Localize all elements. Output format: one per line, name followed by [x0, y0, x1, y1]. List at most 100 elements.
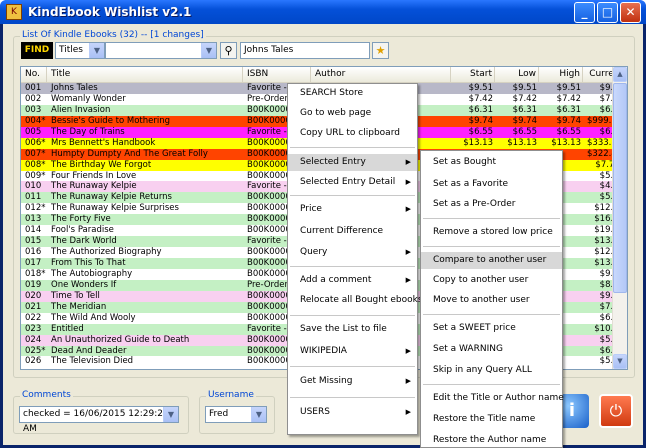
- submenu-item-copy-to-another-user[interactable]: Copy to another user: [421, 273, 562, 287]
- chevron-down-icon: ▼: [163, 407, 178, 422]
- cell-low: $6.55: [512, 126, 537, 137]
- cell-no: 015: [25, 236, 42, 247]
- submenu-item-set-as-a-pre-order[interactable]: Set as a Pre-Order: [421, 197, 562, 211]
- cell-low: $9.74: [512, 115, 537, 126]
- username-select[interactable]: Fred ▼: [205, 406, 267, 423]
- menu-item-label: Current Difference: [300, 226, 384, 236]
- cell-no: 007*: [25, 148, 46, 159]
- column-header-no[interactable]: No.: [21, 67, 47, 82]
- menu-item-selected-entry-detail[interactable]: Selected Entry Detail ▶: [288, 175, 417, 189]
- menu-item-add-a-comment[interactable]: Add a comment ▶: [288, 273, 417, 287]
- submenu-item-move-to-another-user[interactable]: Move to another user: [421, 293, 562, 307]
- search-icon[interactable]: ⚲: [220, 42, 237, 59]
- menu-item-label: Go to web page: [300, 108, 372, 118]
- submenu-item-remove-a-stored-low-price[interactable]: Remove a stored low price: [421, 225, 562, 239]
- menu-item-relocate-all-bought-ebooks[interactable]: Relocate all Bought ebooks: [288, 293, 423, 307]
- menu-item-label: Price: [300, 204, 322, 214]
- cell-no: 013: [25, 214, 42, 225]
- submenu-item-restore-the-author-name[interactable]: Restore the Author name: [421, 433, 562, 447]
- column-header-isbn[interactable]: ISBN: [243, 67, 311, 82]
- cell-start: $7.42: [468, 93, 493, 104]
- menu-item-current-difference[interactable]: Current Difference: [288, 224, 417, 238]
- cell-no: 026: [25, 356, 42, 367]
- cell-no: 001: [25, 83, 42, 93]
- menu-item-search-store[interactable]: SEARCH Store: [288, 86, 417, 100]
- cell-no: 019: [25, 279, 42, 290]
- menu-separator: [290, 397, 415, 398]
- cell-low: $7.42: [512, 93, 537, 104]
- power-icon[interactable]: ⏻: [599, 394, 633, 428]
- cell-no: 003: [25, 104, 42, 115]
- cell-start: $13.13: [463, 137, 493, 148]
- close-button[interactable]: ✕: [620, 1, 641, 23]
- menu-item-label: USERS: [300, 407, 330, 417]
- menu-item-wikipedia[interactable]: WIKIPEDIA ▶: [288, 344, 417, 358]
- selected-entry-submenu: Set as Bought Set as a Favorite Set as a P…: [420, 150, 564, 448]
- minimize-button[interactable]: _: [574, 1, 595, 23]
- scrollbar-thumb[interactable]: [613, 83, 627, 293]
- cell-title: The Autobiography: [51, 268, 133, 279]
- chevron-down-icon: ▼: [89, 43, 104, 58]
- submenu-arrow-icon: ▶: [405, 178, 411, 186]
- cell-no: 025*: [25, 345, 46, 356]
- cell-title: The Dark World: [51, 236, 117, 247]
- username-label: Username: [206, 390, 256, 400]
- cell-title: Four Friends In Love: [51, 170, 137, 181]
- column-header-high[interactable]: High: [539, 67, 583, 82]
- app-window: K KindEbook Wishlist v2.1 _ □ ✕ List Of …: [0, 0, 646, 448]
- cell-title: Mrs Bennett's Handbook: [51, 137, 156, 148]
- menu-separator: [423, 218, 560, 219]
- scroll-up-icon[interactable]: ▲: [613, 67, 627, 82]
- submenu-item-set-a-sweet-price[interactable]: Set a SWEET price: [421, 321, 562, 335]
- menu-item-price[interactable]: Price ▶: [288, 202, 417, 216]
- vertical-scrollbar[interactable]: ▲ ▼: [612, 67, 627, 369]
- secondary-select[interactable]: ▼: [105, 42, 217, 59]
- submenu-item-compare-to-another-user[interactable]: Compare to another user: [421, 252, 562, 269]
- menu-item-selected-entry[interactable]: Selected Entry ▶: [288, 154, 417, 171]
- cell-high: $6.31: [556, 104, 581, 115]
- title-bar[interactable]: K KindEbook Wishlist v2.1 _ □ ✕: [0, 0, 646, 24]
- field-select[interactable]: Titles ▼: [55, 42, 105, 59]
- cell-title: Entitled: [51, 323, 84, 334]
- cell-title: The Wild And Wooly: [51, 312, 136, 323]
- cell-title: The Birthday We Forgot: [51, 159, 152, 170]
- maximize-button[interactable]: □: [597, 1, 618, 23]
- cell-no: 023: [25, 323, 42, 334]
- submenu-item-set-a-warning[interactable]: Set a WARNING: [421, 342, 562, 356]
- menu-item-copy-url-to-clipboard[interactable]: Copy URL to clipboard: [288, 126, 417, 140]
- menu-item-label: Save the List to file: [300, 324, 387, 334]
- submenu-item-restore-the-title-name[interactable]: Restore the Title name: [421, 412, 562, 426]
- menu-item-label: Relocate all Bought ebooks: [300, 295, 423, 305]
- menu-item-users[interactable]: USERS ▶: [288, 405, 417, 419]
- cell-no: 002: [25, 93, 42, 104]
- submenu-item-set-as-a-favorite[interactable]: Set as a Favorite: [421, 177, 562, 191]
- cell-title: Time To Tell: [51, 290, 100, 301]
- comments-select[interactable]: checked = 16/06/2015 12:29:23 AM ▼: [19, 406, 179, 434]
- cell-title: Womanly Wonder: [51, 93, 126, 104]
- menu-item-go-to-web-page[interactable]: Go to web page: [288, 106, 417, 120]
- submenu-arrow-icon: ▶: [405, 158, 411, 166]
- cell-no: 020: [25, 290, 42, 301]
- cell-title: From This To That: [51, 258, 126, 268]
- column-header-low[interactable]: Low: [495, 67, 539, 82]
- cell-no: 016: [25, 247, 42, 258]
- menu-item-get-missing[interactable]: Get Missing ▶: [288, 374, 417, 388]
- find-button[interactable]: FIND: [21, 42, 53, 59]
- submenu-item-set-as-bought[interactable]: Set as Bought: [421, 155, 562, 169]
- column-header-title[interactable]: Title: [47, 67, 243, 82]
- submenu-item-edit-the-title-or-author-name[interactable]: Edit the Title or Author name: [421, 391, 564, 405]
- scroll-down-icon[interactable]: ▼: [613, 354, 627, 369]
- menu-item-save-the-list-to-file[interactable]: Save the List to file: [288, 322, 417, 336]
- column-header-author[interactable]: Author: [311, 67, 451, 82]
- list-group-label: List Of Kindle Ebooks (32) -- [1 changes…: [20, 30, 206, 40]
- submenu-item-skip-in-any-query-all[interactable]: Skip in any Query ALL: [421, 363, 562, 377]
- column-header-start[interactable]: Start: [451, 67, 495, 82]
- field-select-value: Titles: [59, 45, 83, 55]
- star-icon[interactable]: ★: [372, 42, 389, 59]
- cell-start: $6.31: [468, 104, 493, 115]
- menu-item-query[interactable]: Query ▶: [288, 245, 417, 259]
- cell-title: The Television Died: [51, 356, 134, 367]
- cell-start: $9.74: [468, 115, 493, 126]
- submenu-arrow-icon: ▶: [405, 205, 411, 213]
- search-input[interactable]: Johns Tales: [240, 42, 370, 59]
